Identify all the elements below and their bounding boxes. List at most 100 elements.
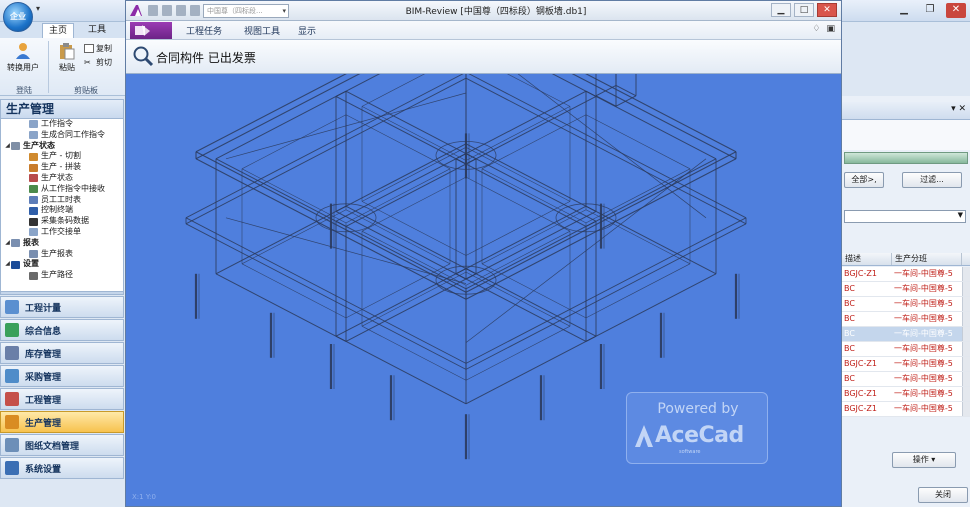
ribbon-tab-home[interactable]: 主页 — [42, 23, 75, 38]
nav-button[interactable]: 工程计量 — [0, 296, 124, 318]
model-edge — [345, 168, 451, 224]
table-row[interactable]: BC 一车间-中国尊-5 — [842, 342, 970, 357]
receive-icon — [29, 185, 38, 194]
filter-button[interactable]: 过滤... — [902, 172, 962, 188]
table-row[interactable]: BGJC-Z1 一车间-中国尊-5 — [842, 267, 970, 282]
copy-button[interactable]: 复制 — [84, 43, 112, 54]
tree-item[interactable]: 生产路径 — [1, 270, 123, 281]
expand-triangle-icon[interactable]: ◢ — [4, 238, 11, 249]
quick-access-dropdown-icon[interactable]: ▾ — [36, 4, 40, 13]
row-scroll-gutter — [962, 402, 970, 416]
host-restore-button[interactable]: ❐ — [920, 3, 940, 18]
table-row[interactable]: BC 一车间-中国尊-5 — [842, 282, 970, 297]
menu-project-tasks[interactable]: 工程任务 — [186, 24, 222, 37]
model-edge — [361, 147, 467, 202]
tree-item-label: 报表 — [23, 237, 39, 247]
row-scroll-gutter — [962, 327, 970, 341]
model-edge — [195, 74, 347, 153]
model-edge — [345, 209, 451, 265]
table-row[interactable]: BGJC-Z1 一车间-中国尊-5 — [842, 402, 970, 417]
module-icon — [5, 323, 19, 337]
table-row[interactable]: BC 一车间-中国尊-5 — [842, 327, 970, 342]
tree-item[interactable]: ◢ 报表 — [1, 238, 123, 249]
bim-minimize-button[interactable]: ▁ — [771, 3, 791, 17]
scissors-icon: ✂ — [84, 58, 91, 67]
cut-button[interactable]: ✂ 剪切 — [84, 57, 112, 68]
column-header-team[interactable]: 生产分班 — [892, 253, 962, 265]
file-menu-button[interactable] — [130, 22, 172, 39]
watermark-sub-text: software — [679, 449, 701, 455]
tree-item[interactable]: 从工作指令中接收 — [1, 184, 123, 195]
tree-item[interactable]: ◢ 设置 — [1, 259, 123, 270]
nav-button-label: 采购管理 — [25, 372, 62, 383]
nav-button-label: 工程管理 — [25, 395, 62, 406]
3d-model-viewport[interactable]: Powered by AceCad software X:1 Y:0 — [126, 74, 841, 506]
nav-button-label: 综合信息 — [25, 326, 62, 337]
bim-menubar: 工程任务 视图工具 显示 ♢ ▣ — [126, 21, 841, 40]
model-edge — [335, 268, 467, 337]
switch-user-button[interactable]: 转换用户 — [4, 42, 42, 73]
tree-item[interactable]: 控制终端 — [1, 205, 123, 216]
model-edge — [585, 114, 691, 170]
nav-button[interactable]: 综合信息 — [0, 319, 124, 341]
right-panel-combo[interactable]: ▼ — [844, 210, 966, 223]
application-orb-button[interactable]: 企业 — [3, 2, 33, 32]
model-edge — [241, 263, 347, 319]
table-row[interactable]: BC 一车间-中国尊-5 — [842, 297, 970, 312]
tree-item-label: 员工工时表 — [41, 194, 81, 204]
cell-team: 一车间-中国尊-5 — [894, 299, 953, 308]
expand-triangle-icon[interactable]: ◢ — [4, 141, 11, 152]
menu-view-tools[interactable]: 视图工具 — [244, 24, 280, 37]
ribbon-tab-tools[interactable]: 工具 — [82, 23, 112, 38]
tree-item-label: 生产报表 — [41, 248, 73, 258]
operate-button[interactable]: 操作 ▾ — [892, 452, 956, 468]
table-row[interactable]: BC 一车间-中国尊-5 — [842, 312, 970, 327]
bim-maximize-button[interactable]: □ — [794, 3, 814, 17]
nav-button[interactable]: 系统设置 — [0, 457, 124, 479]
tree-item[interactable]: ◢ 生产状态 — [1, 141, 123, 152]
tree-item[interactable]: 员工工时表 — [1, 195, 123, 206]
bim-window-controls: ▁ □ ✕ — [771, 3, 837, 17]
nav-button[interactable]: 库存管理 — [0, 342, 124, 364]
collapse-ribbon-icon[interactable]: ♢ — [812, 24, 820, 34]
grid-header: 描述 生产分班 — [842, 253, 970, 266]
row-scroll-gutter — [962, 357, 970, 371]
nav-button[interactable]: 工程管理 — [0, 388, 124, 410]
tree-item[interactable]: 生产状态 — [1, 173, 123, 184]
cell-team: 一车间-中国尊-5 — [894, 374, 953, 383]
close-dialog-button[interactable]: 关闭 — [918, 487, 968, 503]
all-button[interactable]: 全部>, — [844, 172, 884, 188]
tree-item[interactable]: 工作指令 — [1, 119, 123, 130]
tree-item-label: 生产 - 拼装 — [41, 162, 81, 172]
row-scroll-gutter — [962, 267, 970, 281]
nav-button[interactable]: 采购管理 — [0, 365, 124, 387]
help-icon[interactable]: ▣ — [826, 24, 835, 34]
tree-item[interactable]: 生成合同工作指令 — [1, 130, 123, 141]
document-icon — [29, 228, 38, 237]
model-edge — [468, 74, 747, 219]
pin-icon[interactable]: ▾ ✕ — [951, 104, 966, 114]
bim-close-button[interactable]: ✕ — [817, 3, 837, 17]
table-row[interactable]: BGJC-Z1 一车间-中国尊-5 — [842, 387, 970, 402]
bim-review-window: 中国尊（四标段... ▾ BIM-Review [中国尊（四标段）钢板墙.db1]… — [125, 0, 842, 507]
table-row[interactable]: BC 一车间-中国尊-5 — [842, 372, 970, 387]
paste-button[interactable]: 粘贴 — [48, 42, 86, 73]
tree-item[interactable]: 采集条码数据 — [1, 216, 123, 227]
nav-pane-splitter[interactable] — [0, 291, 124, 295]
expand-triangle-icon[interactable]: ◢ — [4, 259, 11, 270]
model-edge — [465, 95, 597, 165]
tree-item[interactable]: 生产 - 切割 — [1, 151, 123, 162]
nav-button[interactable]: 图纸文档管理 — [0, 434, 124, 456]
column-header-desc[interactable]: 描述 — [842, 253, 892, 265]
tree-item[interactable]: 生产报表 — [1, 249, 123, 260]
tree-item[interactable]: 生产 - 拼装 — [1, 162, 123, 173]
menu-display[interactable]: 显示 — [298, 24, 316, 37]
gears-icon — [11, 141, 20, 150]
tree-item[interactable]: 工作交接单 — [1, 227, 123, 238]
nav-button[interactable]: 生产管理 — [0, 411, 124, 433]
search-icon[interactable] — [132, 45, 154, 67]
table-row[interactable]: BGJC-Z1 一车间-中国尊-5 — [842, 357, 970, 372]
host-minimize-button[interactable]: ▁ — [894, 3, 914, 18]
host-close-button[interactable]: ✕ — [946, 3, 966, 18]
model-edge — [215, 205, 347, 275]
